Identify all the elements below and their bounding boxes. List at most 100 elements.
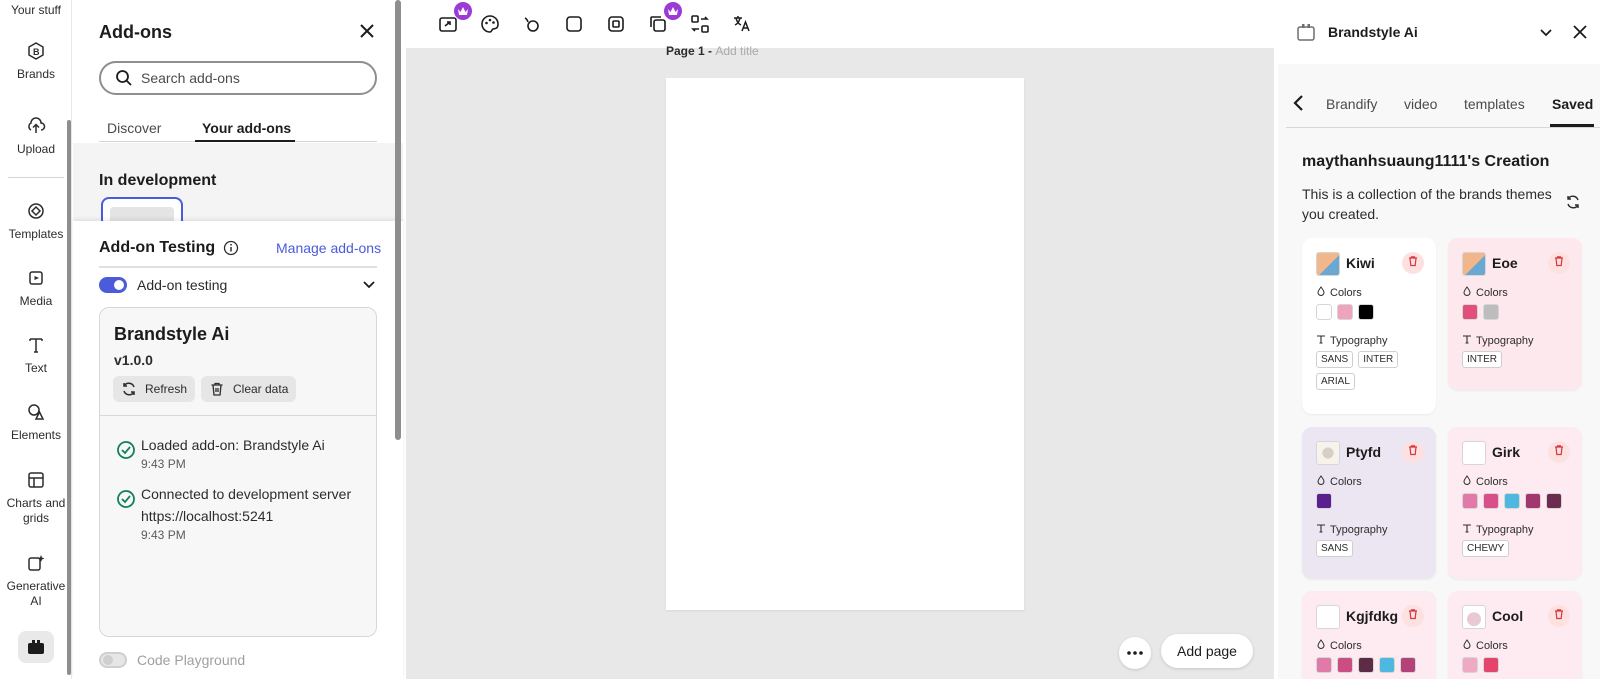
chevron-left-icon[interactable] <box>1290 94 1308 112</box>
more-horizontal-icon <box>1127 651 1143 655</box>
rail-addons-button[interactable] <box>18 631 54 663</box>
trash-icon <box>1553 607 1565 625</box>
color-swatches <box>1316 304 1374 320</box>
delete-brand-button[interactable] <box>1548 441 1570 463</box>
log-entry: Loaded add-on: Brandstyle Ai 9:43 PM <box>141 434 361 472</box>
brand-card[interactable]: Kiwi Colors Typography SANS INTER ARIAL <box>1302 238 1436 414</box>
rail-item-templates[interactable]: Templates <box>0 201 72 242</box>
tab-saved[interactable]: Saved <box>1552 96 1593 112</box>
palette-icon <box>1462 475 1476 488</box>
color-swatch[interactable] <box>1316 304 1332 320</box>
search-icon <box>116 70 132 86</box>
in-development-addon-thumbnail[interactable] <box>101 197 183 223</box>
typography-icon <box>1462 334 1476 347</box>
more-options-button[interactable] <box>1119 637 1151 669</box>
refresh-button[interactable]: Refresh <box>113 376 196 402</box>
color-swatch[interactable] <box>1483 493 1499 509</box>
color-swatch[interactable] <box>1504 493 1520 509</box>
page-number-label: Page 1 - <box>666 44 716 58</box>
tool-layers[interactable] <box>646 2 682 36</box>
brand-card[interactable]: Eoe Colors Typography INTER <box>1448 238 1582 390</box>
colors-label: Colors <box>1316 286 1362 299</box>
color-swatch[interactable] <box>1525 493 1541 509</box>
page-label[interactable]: Page 1 - Add title <box>666 44 759 58</box>
tool-shape[interactable] <box>562 12 586 36</box>
color-swatch[interactable] <box>1483 657 1499 673</box>
tool-color-palette[interactable] <box>478 12 502 36</box>
info-icon[interactable] <box>223 240 239 256</box>
delete-brand-button[interactable] <box>1548 252 1570 274</box>
color-swatch[interactable] <box>1462 304 1478 320</box>
addon-testing-toggle[interactable] <box>99 277 127 293</box>
color-swatch[interactable] <box>1546 493 1562 509</box>
trash-icon <box>211 382 223 396</box>
tool-translate[interactable] <box>730 12 754 36</box>
rail-item-media[interactable]: Media <box>0 268 72 309</box>
tab-templates[interactable]: templates <box>1464 96 1525 112</box>
color-swatch[interactable] <box>1316 493 1332 509</box>
tab-your-addons[interactable]: Your add-ons <box>202 120 291 136</box>
delete-brand-button[interactable] <box>1402 605 1424 627</box>
chevron-down-icon[interactable] <box>361 276 377 292</box>
rail-item-label: Templates <box>8 227 64 241</box>
trash-icon <box>1407 607 1419 625</box>
rail-item-text[interactable]: Text <box>0 335 72 376</box>
tab-discover[interactable]: Discover <box>107 120 161 136</box>
refresh-icon <box>123 382 135 396</box>
brand-card[interactable]: Ptyfd Colors Typography SANS <box>1302 427 1436 579</box>
manage-addons-link[interactable]: Manage add-ons <box>276 240 381 256</box>
brand-card[interactable]: Girk Colors Typography CHEWY <box>1448 427 1582 579</box>
color-swatch[interactable] <box>1400 657 1416 673</box>
color-swatch[interactable] <box>1462 493 1478 509</box>
color-swatch[interactable] <box>1337 304 1353 320</box>
font-chip: INTER <box>1358 351 1399 368</box>
code-playground-toggle[interactable] <box>99 652 127 668</box>
tool-frame[interactable] <box>604 12 628 36</box>
palette-icon <box>1316 475 1330 488</box>
color-swatch[interactable] <box>1337 657 1353 673</box>
color-swatch[interactable] <box>1358 657 1374 673</box>
clear-data-button[interactable]: Clear data <box>201 376 297 402</box>
brandstyle-title: Brandstyle Ai <box>1328 24 1418 40</box>
addons-tabs: Discover Your add-ons <box>99 116 377 142</box>
brands-icon: B <box>28 42 44 60</box>
divider <box>99 266 377 268</box>
code-playground-row: Code Playground <box>99 652 245 668</box>
tool-animate[interactable] <box>520 12 544 36</box>
rail-item-generative-ai[interactable]: Generative AI <box>0 553 72 609</box>
addon-testing-label: Add-on testing <box>137 277 228 293</box>
page-title-placeholder[interactable]: Add title <box>715 44 758 58</box>
rail-item-brands[interactable]: B Brands <box>0 41 72 82</box>
delete-brand-button[interactable] <box>1402 441 1424 463</box>
add-page-button[interactable]: Add page <box>1161 634 1253 668</box>
color-swatch[interactable] <box>1379 657 1395 673</box>
typography-icon <box>1462 523 1476 536</box>
rail-item-charts-grids[interactable]: Charts and grids <box>0 470 72 526</box>
color-swatch[interactable] <box>1316 657 1332 673</box>
color-swatch[interactable] <box>1483 304 1499 320</box>
delete-brand-button[interactable] <box>1402 252 1424 274</box>
in-development-title: In development <box>99 172 217 189</box>
panel-scrollbar[interactable] <box>395 0 401 440</box>
check-circle-icon <box>117 441 135 459</box>
close-icon[interactable] <box>1572 24 1588 40</box>
tab-brandify[interactable]: Brandify <box>1326 96 1377 112</box>
design-page[interactable] <box>666 78 1024 610</box>
tool-replace[interactable] <box>688 12 712 36</box>
addons-search-input[interactable]: Search add-ons <box>99 61 377 95</box>
refresh-icon[interactable] <box>1565 194 1581 210</box>
brand-card[interactable]: KgjfdkgColorsTypography <box>1302 591 1436 679</box>
delete-brand-button[interactable] <box>1548 605 1570 627</box>
rail-item-upload[interactable]: Upload <box>0 116 72 157</box>
tool-resize[interactable] <box>436 2 472 36</box>
close-icon[interactable] <box>358 22 376 40</box>
chevron-down-icon[interactable] <box>1538 24 1554 40</box>
brand-card[interactable]: CoolColorsTypography <box>1448 591 1582 679</box>
rail-item-elements[interactable]: Elements <box>0 402 72 443</box>
rail-your-stuff[interactable]: Your stuff <box>0 3 72 18</box>
color-swatch[interactable] <box>1462 657 1478 673</box>
brand-logo <box>1316 605 1340 629</box>
tab-video[interactable]: video <box>1404 96 1437 112</box>
color-swatch[interactable] <box>1358 304 1374 320</box>
rail-scrollbar[interactable] <box>67 120 71 675</box>
